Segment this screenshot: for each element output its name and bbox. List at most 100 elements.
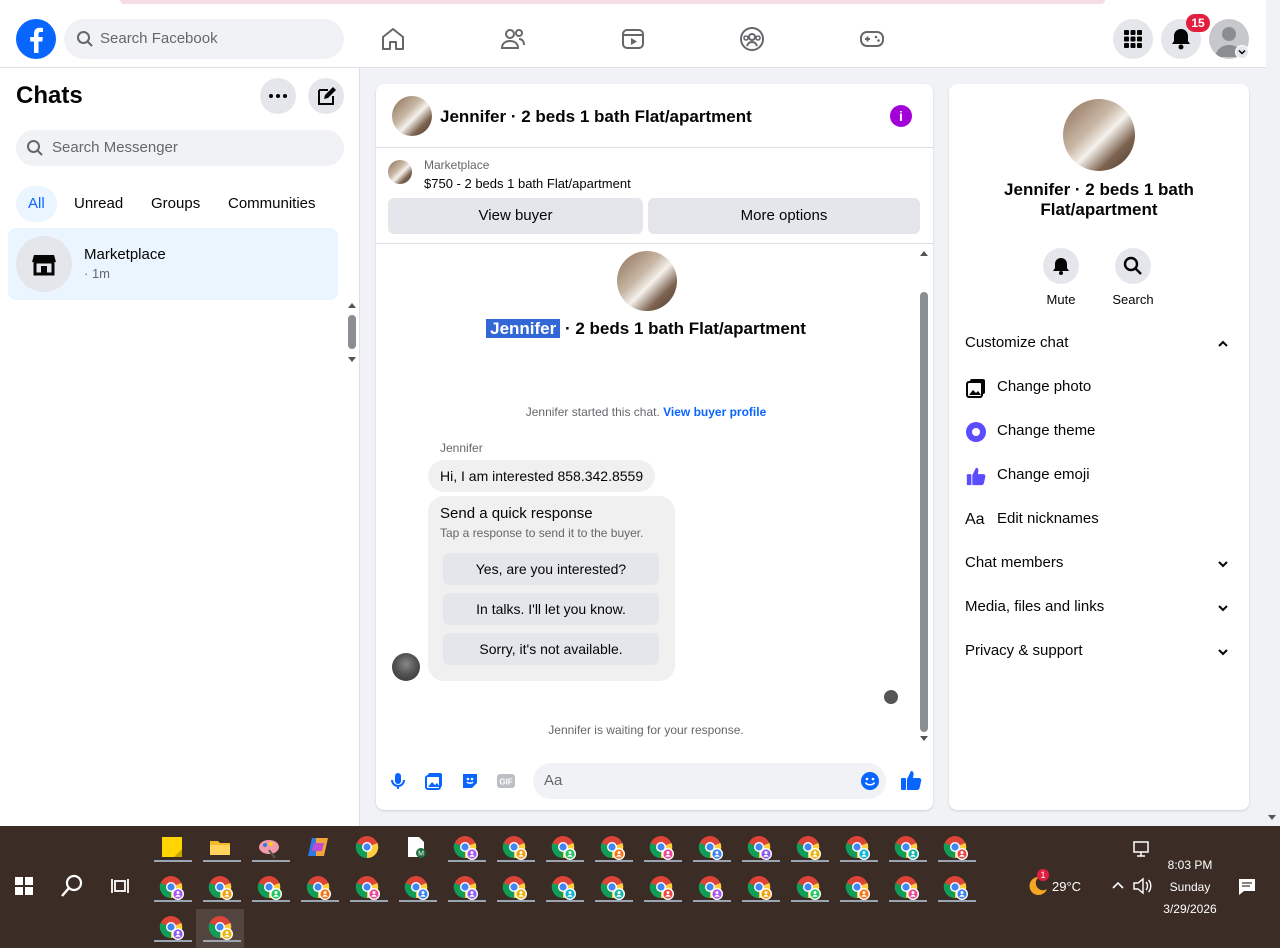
- facebook-search-box[interactable]: Search Facebook: [64, 19, 344, 59]
- chrome-profile-icon[interactable]: [894, 875, 920, 901]
- chrome-profile-icon[interactable]: [159, 875, 185, 901]
- search-in-chat-button[interactable]: [1115, 248, 1151, 284]
- nickname-icon: Aa: [965, 511, 985, 528]
- chrome-profile-icon[interactable]: [943, 875, 969, 901]
- chrome-profile-icon[interactable]: [208, 915, 234, 941]
- notification-center-icon[interactable]: [1238, 878, 1256, 896]
- quick-response-button[interactable]: In talks. I'll let you know.: [443, 593, 659, 625]
- thumbs-up-icon[interactable]: [899, 768, 923, 792]
- file-explorer-icon[interactable]: [208, 835, 234, 861]
- chrome-profile-icon[interactable]: [747, 875, 773, 901]
- gif-icon[interactable]: GIF: [496, 771, 516, 791]
- mute-action[interactable]: Mute: [1031, 248, 1091, 307]
- more-options-button[interactable]: More options: [648, 198, 920, 234]
- quick-response-button[interactable]: Sorry, it's not available.: [443, 633, 659, 665]
- gaming-icon[interactable]: [859, 26, 885, 52]
- photo-attach-icon[interactable]: [424, 771, 444, 791]
- task-view-icon[interactable]: [110, 876, 136, 902]
- chrome-profile-icon[interactable]: [502, 875, 528, 901]
- chrome-profile-icon[interactable]: [502, 835, 528, 861]
- taskbar-search-icon[interactable]: [60, 874, 86, 900]
- info-icon[interactable]: i: [890, 105, 912, 127]
- message-bubble[interactable]: Hi, I am interested 858.342.8559: [428, 460, 656, 492]
- chrome-profile-icon[interactable]: [551, 835, 577, 861]
- chrome-profile-icon[interactable]: [208, 875, 234, 901]
- chrome-profile-icon[interactable]: [796, 835, 822, 861]
- chrome-profile-icon[interactable]: [894, 835, 920, 861]
- clock-date[interactable]: 3/29/2026: [1155, 902, 1225, 916]
- page-scroll-down-arrow[interactable]: [1267, 812, 1277, 822]
- chrome-profile-icon[interactable]: [306, 875, 332, 901]
- chrome-profile-icon[interactable]: [355, 875, 381, 901]
- network-icon[interactable]: [1131, 839, 1151, 859]
- search-action[interactable]: Search: [1103, 248, 1163, 307]
- chrome-icon[interactable]: [355, 835, 381, 861]
- conversation-scroll-thumb[interactable]: [920, 292, 928, 732]
- clock-day[interactable]: Sunday: [1160, 880, 1220, 894]
- paint-app-icon[interactable]: [257, 835, 283, 861]
- view-buyer-profile-link[interactable]: View buyer profile: [663, 405, 766, 419]
- new-message-button[interactable]: [308, 78, 344, 114]
- listing-thumbnail[interactable]: [392, 96, 432, 136]
- chrome-profile-icon[interactable]: [649, 835, 675, 861]
- messenger-search-box[interactable]: Search Messenger: [16, 130, 344, 166]
- chrome-profile-icon[interactable]: [257, 875, 283, 901]
- microphone-icon[interactable]: [388, 771, 408, 791]
- chrome-profile-icon[interactable]: [845, 835, 871, 861]
- chrome-profile-icon[interactable]: [551, 875, 577, 901]
- friends-icon[interactable]: [500, 26, 526, 52]
- menu-grid-button[interactable]: [1113, 19, 1153, 59]
- watch-icon[interactable]: [620, 26, 646, 52]
- tab-groups[interactable]: Groups: [139, 186, 212, 222]
- temperature-text[interactable]: 29°C: [1052, 879, 1081, 894]
- chrome-profile-icon[interactable]: [698, 835, 724, 861]
- chevron-up-icon[interactable]: [1110, 878, 1126, 894]
- tab-all[interactable]: All: [16, 186, 57, 222]
- chrome-profile-icon[interactable]: [404, 875, 430, 901]
- chrome-profile-icon[interactable]: [943, 835, 969, 861]
- chrome-profile-icon[interactable]: [159, 915, 185, 941]
- quick-response-button[interactable]: Yes, are you interested?: [443, 553, 659, 585]
- chrome-profile-icon[interactable]: [796, 875, 822, 901]
- chrome-profile-icon[interactable]: [600, 875, 626, 901]
- chrome-profile-icon[interactable]: [649, 875, 675, 901]
- mute-button[interactable]: [1043, 248, 1079, 284]
- chat-list-item[interactable]: Marketplace · 1m: [8, 228, 338, 300]
- chrome-profile-icon[interactable]: [747, 835, 773, 861]
- chat-members-section[interactable]: Chat members: [965, 542, 1233, 586]
- chat-list-scrollbar[interactable]: [346, 300, 358, 365]
- change-photo-item[interactable]: Change photo: [965, 366, 1233, 410]
- change-emoji-item[interactable]: Change emoji: [965, 454, 1233, 498]
- chat-details-photo[interactable]: [1063, 99, 1135, 171]
- listing-price-title[interactable]: $750 - 2 beds 1 bath Flat/apartment: [424, 176, 631, 191]
- copilot-icon[interactable]: [306, 835, 332, 861]
- volume-icon[interactable]: [1132, 877, 1152, 895]
- home-icon[interactable]: [380, 26, 406, 52]
- sticky-notes-icon[interactable]: [160, 835, 186, 861]
- sticker-icon[interactable]: [460, 771, 480, 791]
- tab-unread[interactable]: Unread: [62, 186, 135, 222]
- groups-icon[interactable]: [739, 26, 765, 52]
- clock-time[interactable]: 8:03 PM: [1160, 858, 1220, 872]
- emoji-icon[interactable]: [860, 771, 880, 791]
- edit-nicknames-item[interactable]: Aa Edit nicknames: [965, 498, 1233, 542]
- chrome-profile-icon[interactable]: [453, 835, 479, 861]
- chrome-profile-icon[interactable]: [698, 875, 724, 901]
- change-theme-item[interactable]: Change theme: [965, 410, 1233, 454]
- customize-chat-section[interactable]: Customize chat: [965, 322, 1233, 366]
- chrome-profile-icon[interactable]: [600, 835, 626, 861]
- chrome-profile-icon[interactable]: [845, 875, 871, 901]
- windows-start-icon[interactable]: [15, 877, 33, 895]
- chrome-profile-icon[interactable]: [453, 875, 479, 901]
- conversation-title[interactable]: Jennifer · 2 beds 1 bath Flat/apartment: [440, 107, 752, 127]
- document-app-icon[interactable]: M: [404, 835, 430, 861]
- chat-options-button[interactable]: [260, 78, 296, 114]
- privacy-support-section[interactable]: Privacy & support: [965, 630, 1233, 674]
- account-chevron-down-icon[interactable]: [1235, 45, 1249, 59]
- message-input[interactable]: Aa: [533, 763, 886, 799]
- view-buyer-button[interactable]: View buyer: [388, 198, 643, 234]
- sender-avatar[interactable]: [392, 653, 420, 681]
- facebook-logo[interactable]: [16, 19, 56, 59]
- tab-communities[interactable]: Communities: [216, 186, 328, 222]
- media-files-links-section[interactable]: Media, files and links: [965, 586, 1233, 630]
